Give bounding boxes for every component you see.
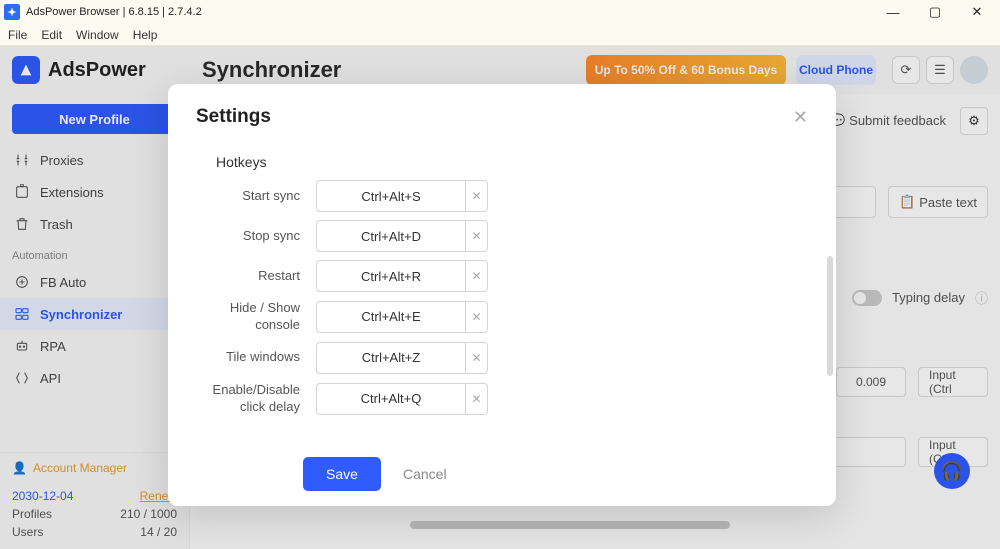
clear-icon[interactable]: ✕ [466,220,488,252]
hotkey-input-hide-console[interactable] [316,301,466,333]
minimize-button[interactable]: — [886,5,900,19]
menu-file[interactable]: File [8,28,27,42]
hotkey-row-click-delay: Enable/Disable click delay ✕ [196,382,808,416]
menubar: File Edit Window Help [0,24,1000,46]
hotkey-label: Restart [196,268,316,285]
hotkey-input-start-sync[interactable] [316,180,466,212]
hotkey-row-hide-console: Hide / Show console ✕ [196,300,808,334]
hotkey-label: Enable/Disable click delay [196,382,316,416]
hotkey-row-start-sync: Start sync ✕ [196,180,808,212]
hotkey-label: Start sync [196,188,316,205]
hotkey-row-stop-sync: Stop sync ✕ [196,220,808,252]
hotkey-input-restart[interactable] [316,260,466,292]
clear-icon[interactable]: ✕ [466,301,488,333]
hotkey-input-click-delay[interactable] [316,383,466,415]
window-title: AdsPower Browser | 6.8.15 | 2.7.4.2 [26,6,202,18]
maximize-button[interactable]: ▢ [928,5,942,19]
hotkey-input-tile-windows[interactable] [316,342,466,374]
clear-icon[interactable]: ✕ [466,260,488,292]
close-window-button[interactable]: ✕ [970,5,984,19]
cancel-button[interactable]: Cancel [403,466,447,482]
clear-icon[interactable]: ✕ [466,342,488,374]
menu-window[interactable]: Window [76,28,119,42]
app-icon: ✦ [4,4,20,20]
menu-edit[interactable]: Edit [41,28,62,42]
hotkeys-section-label: Hotkeys [216,154,808,170]
hotkey-label: Tile windows [196,349,316,366]
hotkey-input-stop-sync[interactable] [316,220,466,252]
hotkey-label: Stop sync [196,228,316,245]
modal-scrollbar[interactable] [827,256,833,376]
modal-title: Settings [196,106,271,128]
menu-help[interactable]: Help [133,28,158,42]
save-button[interactable]: Save [303,457,381,491]
window-titlebar: ✦ AdsPower Browser | 6.8.15 | 2.7.4.2 — … [0,0,1000,24]
close-icon[interactable]: ✕ [793,107,808,128]
hotkey-label: Hide / Show console [196,300,316,334]
hotkey-row-restart: Restart ✕ [196,260,808,292]
hotkey-row-tile-windows: Tile windows ✕ [196,342,808,374]
settings-modal: Settings ✕ Hotkeys Start sync ✕ Stop syn… [168,84,836,506]
clear-icon[interactable]: ✕ [466,180,488,212]
clear-icon[interactable]: ✕ [466,383,488,415]
